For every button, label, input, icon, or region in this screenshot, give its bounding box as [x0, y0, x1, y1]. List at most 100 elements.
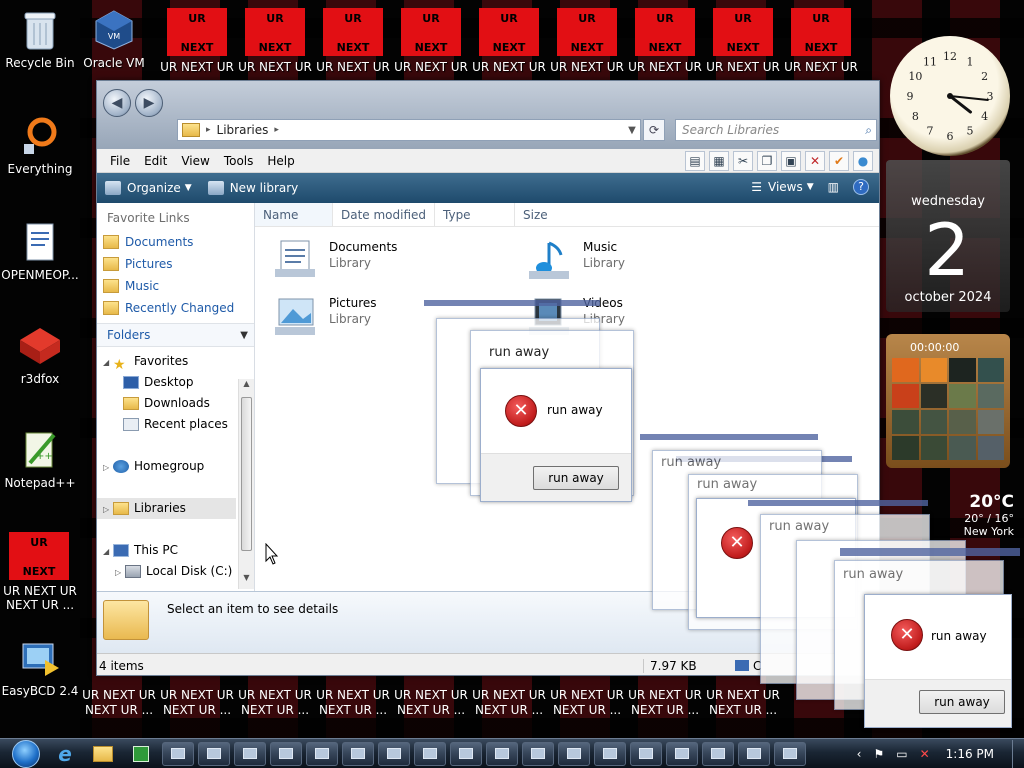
back-button[interactable]: ◀ [103, 89, 131, 117]
menu-edit[interactable]: Edit [137, 150, 174, 172]
start-button[interactable] [6, 739, 46, 768]
favorite-link-documents[interactable]: Documents [97, 231, 254, 253]
desktop-icon-ur-next[interactable]: UR NEXT UR NEXT UR [314, 8, 392, 74]
desktop-icon-easybcd[interactable]: EasyBCD 2.4 [0, 636, 80, 698]
taskbar-window-button[interactable] [666, 741, 698, 766]
taskbar-window-button[interactable] [306, 741, 338, 766]
taskbar-window-button[interactable] [234, 741, 266, 766]
taskbar-window-button[interactable] [738, 741, 770, 766]
puzzle-tile[interactable] [977, 436, 1004, 460]
scroll-up-icon[interactable]: ▲ [239, 379, 254, 395]
desktop-icon-ur-next[interactable]: UR NEXT UR NEXT UR NEXT UR ... [0, 532, 78, 612]
tree-item-this-pc[interactable]: ◢ This PC [97, 540, 254, 561]
column-header-size[interactable]: Size [515, 203, 595, 226]
show-desktop-button[interactable] [1012, 740, 1024, 768]
desktop-icon-ur-next[interactable]: UR NEXT UR NEXT UR [392, 8, 470, 74]
clock-gadget[interactable]: 12 1 2 3 4 5 6 7 8 9 10 11 [890, 36, 1010, 156]
search-input[interactable]: Search Libraries ⌕ [675, 119, 877, 141]
library-item-pictures[interactable]: Pictures Library [273, 293, 377, 337]
search-icon[interactable]: ⌕ [865, 120, 872, 140]
puzzle-tile[interactable] [892, 410, 919, 434]
network-icon[interactable]: ▭ [896, 747, 907, 761]
puzzle-tile[interactable] [977, 384, 1004, 408]
taskbar-window-button[interactable] [486, 741, 518, 766]
puzzle-tile[interactable] [920, 384, 947, 408]
desktop-icon-oracle-vm[interactable]: VM Oracle VM [74, 8, 154, 70]
globe-icon[interactable]: ● [853, 151, 873, 171]
forward-button[interactable]: ▶ [135, 89, 163, 117]
column-header-type[interactable]: Type [435, 203, 515, 226]
desktop-icon-ur-next[interactable]: UR NEXT UR NEXT UR ... [548, 688, 626, 718]
favorite-link-recently-changed[interactable]: Recently Changed [97, 297, 254, 319]
checkmark-icon[interactable]: ✔ [829, 151, 849, 171]
run-away-dialog[interactable]: ✕ run away run away [864, 594, 1012, 728]
chevron-down-icon[interactable]: ▼ [624, 125, 640, 136]
breadcrumb-libraries[interactable]: Libraries [217, 123, 269, 137]
desktop-icon-ur-next[interactable]: UR NEXT UR NEXT UR ... [80, 688, 158, 718]
tree-item-local-disk[interactable]: ▷ Local Disk (C:) [97, 561, 254, 582]
organize-button[interactable]: Organize ▼ [105, 181, 192, 195]
library-item-music[interactable]: Music Library [527, 237, 625, 281]
puzzle-grid[interactable] [892, 358, 1004, 460]
desktop-icon-recycle-bin[interactable]: Recycle Bin [0, 8, 80, 70]
desktop-icon-openmeop[interactable]: OPENMEOP... [0, 220, 80, 282]
favorite-link-pictures[interactable]: Pictures [97, 253, 254, 275]
delete-icon[interactable]: ✕ [805, 151, 825, 171]
desktop[interactable]: Recycle Bin VM Oracle VM Everything OPEN… [0, 0, 1024, 738]
refresh-button[interactable]: ⟳ [643, 119, 665, 141]
desktop-icon-everything[interactable]: Everything [0, 114, 80, 176]
folders-header[interactable]: Folders ▼ [97, 323, 254, 347]
picture-puzzle-gadget[interactable]: 00:00:00 [886, 334, 1010, 468]
desktop-icon-ur-next[interactable]: UR NEXT UR NEXT UR [470, 8, 548, 74]
cut-icon[interactable]: ✂ [733, 151, 753, 171]
desktop-icon-notepad-plus[interactable]: ++ Notepad++ [0, 428, 80, 490]
taskbar-window-button[interactable] [198, 741, 230, 766]
favorite-link-music[interactable]: Music [97, 275, 254, 297]
help-icon[interactable]: ? [853, 179, 869, 195]
taskbar-pin-internet-explorer[interactable]: e [48, 741, 82, 767]
taskbar-window-button[interactable] [450, 741, 482, 766]
column-header-date-modified[interactable]: Date modified [333, 203, 435, 226]
desktop-icon-ur-next[interactable]: UR NEXT UR NEXT UR ... [392, 688, 470, 718]
desktop-icon-ur-next[interactable]: UR NEXT UR NEXT UR [704, 8, 782, 74]
taskbar-pin-app[interactable] [124, 741, 158, 767]
taskbar-window-button[interactable] [414, 741, 446, 766]
desktop-icon-ur-next[interactable]: UR NEXT UR NEXT UR ... [470, 688, 548, 718]
explorer-title-bar[interactable]: ◀ ▶ ▸ Libraries ▸ ▼ ⟳ Search Libraries ⌕ [97, 81, 879, 149]
taskbar-pin-explorer[interactable] [86, 741, 120, 767]
desktop-icon-r3dfox[interactable]: r3dfox [0, 324, 80, 386]
address-bar[interactable]: ▸ Libraries ▸ ▼ [177, 119, 641, 141]
menu-file[interactable]: File [103, 150, 137, 172]
desktop-icon-ur-next[interactable]: UR NEXT UR NEXT UR ... [158, 688, 236, 718]
column-header-name[interactable]: Name [255, 203, 333, 226]
scrollbar-thumb[interactable] [241, 397, 252, 551]
scroll-down-icon[interactable]: ▼ [239, 573, 254, 589]
desktop-icon-ur-next[interactable]: UR NEXT UR NEXT UR [782, 8, 860, 74]
desktop-icon-ur-next[interactable]: UR NEXT UR NEXT UR ... [704, 688, 782, 718]
puzzle-tile[interactable] [920, 358, 947, 382]
run-away-button[interactable]: run away [919, 690, 1005, 714]
puzzle-tile[interactable] [977, 410, 1004, 434]
puzzle-tile[interactable] [977, 358, 1004, 382]
taskbar-window-button[interactable] [378, 741, 410, 766]
nav-pane-scrollbar[interactable]: ▲ ▼ [238, 379, 254, 589]
puzzle-tile[interactable] [920, 436, 947, 460]
desktop-icon-ur-next[interactable]: UR NEXT UR NEXT UR [158, 8, 236, 74]
tree-item-downloads[interactable]: Downloads [97, 393, 254, 414]
tree-item-homegroup[interactable]: ▷ Homegroup [97, 456, 254, 477]
menu-view[interactable]: View [174, 150, 216, 172]
menu-tools[interactable]: Tools [217, 150, 261, 172]
run-away-dialog[interactable]: run away ✕ run away run away [480, 345, 632, 502]
puzzle-tile[interactable] [949, 358, 976, 382]
preview-pane-icon[interactable]: ▥ [828, 180, 839, 194]
desktop-icon-ur-next[interactable]: UR NEXT UR NEXT UR [236, 8, 314, 74]
paste-icon[interactable]: ▣ [781, 151, 801, 171]
desktop-icon-ur-next[interactable]: UR NEXT UR NEXT UR ... [314, 688, 392, 718]
library-item-documents[interactable]: Documents Library [273, 237, 397, 281]
taskbar-window-button[interactable] [270, 741, 302, 766]
taskbar-window-button[interactable] [702, 741, 734, 766]
puzzle-tile[interactable] [949, 436, 976, 460]
taskbar-window-button[interactable] [162, 741, 194, 766]
puzzle-tile[interactable] [892, 384, 919, 408]
calendar-gadget[interactable]: wednesday 2 october 2024 [886, 160, 1010, 312]
